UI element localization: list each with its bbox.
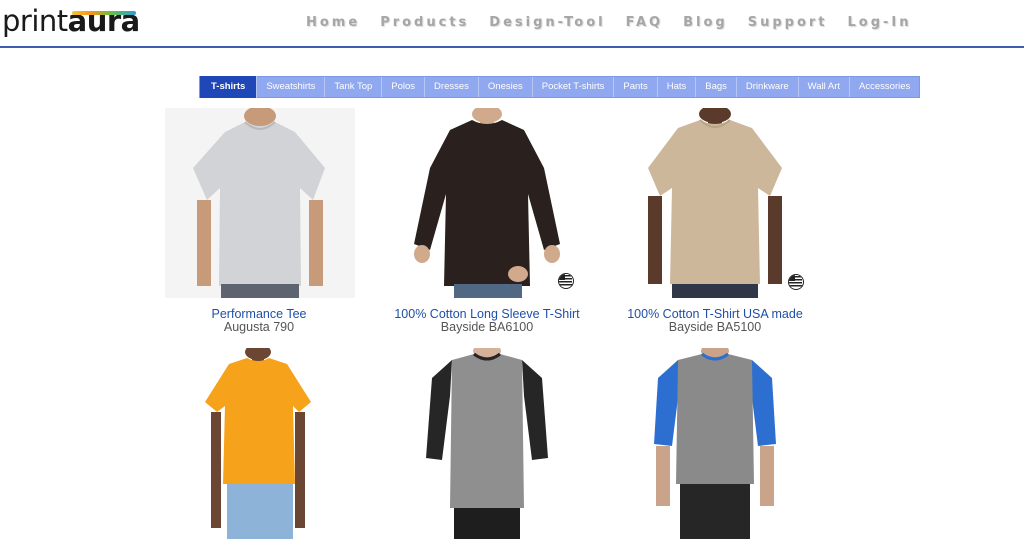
- nav-faq[interactable]: FAQ: [616, 13, 674, 35]
- tab-tank-top[interactable]: Tank Top: [325, 77, 383, 97]
- product-card[interactable]: [620, 348, 810, 539]
- product-image[interactable]: [165, 108, 355, 298]
- product-card[interactable]: Performance Tee Augusta 790: [165, 108, 355, 338]
- tab-dresses[interactable]: Dresses: [425, 77, 479, 97]
- tab-sweatshirts[interactable]: Sweatshirts: [257, 77, 326, 97]
- logo-text-aura: aura: [67, 4, 141, 38]
- nav-blog[interactable]: Blog: [673, 13, 738, 35]
- product-card[interactable]: [392, 348, 582, 539]
- printaura-logo[interactable]: printaura: [2, 4, 140, 42]
- tab-accessories[interactable]: Accessories: [850, 77, 919, 97]
- product-sku: Bayside BA5100: [668, 320, 762, 334]
- nav-support[interactable]: Support: [738, 13, 838, 35]
- nav-design-tool[interactable]: Design-Tool: [479, 13, 615, 35]
- site-header: printaura Home Products Design-Tool FAQ …: [0, 0, 1024, 48]
- nav-products[interactable]: Products: [370, 13, 479, 35]
- tab-bags[interactable]: Bags: [696, 77, 737, 97]
- main-nav: Home Products Design-Tool FAQ Blog Suppo…: [296, 13, 922, 35]
- tab-hats[interactable]: Hats: [658, 77, 697, 97]
- product-image[interactable]: [620, 108, 810, 298]
- tab-drinkware[interactable]: Drinkware: [737, 77, 799, 97]
- product-name[interactable]: 100% Cotton T-Shirt USA made: [620, 307, 810, 321]
- tab-pocket-t-shirts[interactable]: Pocket T-shirts: [533, 77, 615, 97]
- tab-pants[interactable]: Pants: [614, 77, 658, 97]
- nav-login[interactable]: Log-In: [838, 13, 922, 35]
- product-sku: Augusta 790: [223, 320, 295, 334]
- product-sku: Bayside BA6100: [440, 320, 534, 334]
- product-card[interactable]: 100% Cotton T-Shirt USA made Bayside BA5…: [620, 108, 810, 338]
- shirt-body: [450, 354, 524, 508]
- product-image[interactable]: [165, 348, 355, 539]
- product-image[interactable]: [392, 108, 582, 298]
- logo-text-print: print: [2, 4, 68, 38]
- product-name[interactable]: 100% Cotton Long Sleeve T-Shirt: [392, 307, 582, 321]
- usa-flag-icon: [558, 273, 574, 289]
- tab-wall-art[interactable]: Wall Art: [799, 77, 851, 97]
- tab-onesies[interactable]: Onesies: [479, 77, 533, 97]
- product-image[interactable]: [620, 348, 810, 539]
- tab-t-shirts[interactable]: T-shirts: [200, 76, 258, 98]
- nav-home[interactable]: Home: [296, 13, 370, 35]
- tab-polos[interactable]: Polos: [382, 77, 426, 97]
- logo-color-bar: [72, 11, 136, 15]
- product-name[interactable]: Performance Tee: [165, 307, 353, 321]
- product-card[interactable]: [165, 348, 355, 539]
- shirt-body: [676, 354, 754, 484]
- category-tabs: T-shirts Sweatshirts Tank Top Polos Dres…: [199, 76, 921, 98]
- product-image[interactable]: [392, 348, 582, 539]
- usa-flag-icon: [788, 274, 804, 290]
- product-card[interactable]: 100% Cotton Long Sleeve T-Shirt Bayside …: [392, 108, 582, 338]
